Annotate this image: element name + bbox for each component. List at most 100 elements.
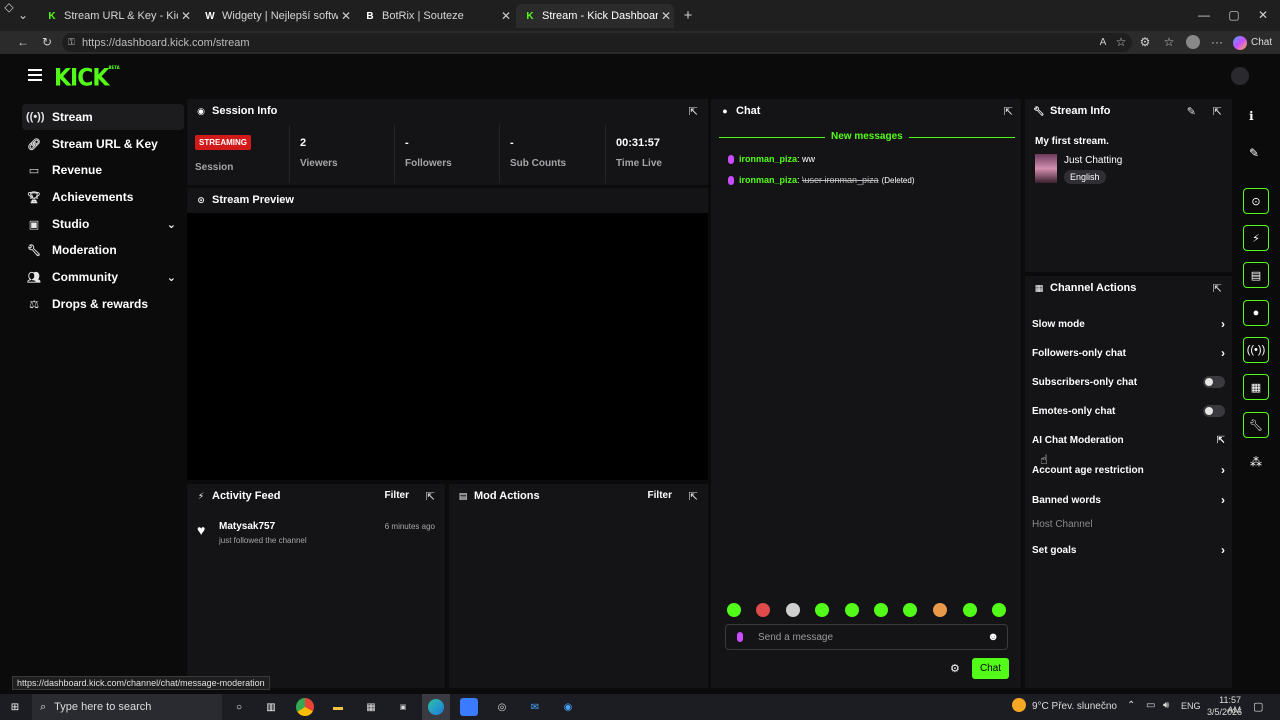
subscribers-only-toggle[interactable] [1203, 376, 1225, 388]
chrome-icon[interactable] [296, 698, 314, 716]
chat-input[interactable]: Send a message ☻ [725, 624, 1008, 650]
clock-date[interactable]: 3/5/2026 [1207, 707, 1242, 717]
rail-mod-actions-button[interactable]: ▤ [1243, 262, 1269, 288]
weather-text[interactable]: 9°C Přev. slunečno [1032, 701, 1117, 712]
emoji-icon[interactable]: ☻ [987, 631, 999, 643]
reload-icon[interactable]: ↻ [40, 35, 54, 49]
favorite-star-icon[interactable]: ☆ [1114, 35, 1128, 49]
minimize-icon[interactable]: — [1197, 8, 1211, 22]
close-window-icon[interactable]: ✕ [1256, 8, 1270, 22]
network-icon[interactable]: ▭ [1146, 700, 1155, 711]
sidebar-item-stream[interactable]: ((•)) Stream [22, 104, 184, 130]
read-aloud-icon[interactable]: A [1096, 35, 1110, 49]
sidebar-item-stream-url-key[interactable]: 🔗︎ Stream URL & Key [22, 131, 184, 157]
emote-icon[interactable] [963, 603, 977, 617]
kick-logo[interactable]: KICKBETA [54, 65, 120, 93]
banned-words-row[interactable]: Banned words › [1032, 490, 1227, 510]
activity-user[interactable]: Matysak757 [219, 521, 275, 532]
mod-filter-button[interactable]: Filter [648, 490, 672, 501]
copilot-chat-button[interactable]: Chat [1233, 34, 1272, 51]
followers-only-chat-row[interactable]: Followers-only chat › [1032, 343, 1227, 363]
hamburger-menu-icon[interactable] [28, 69, 42, 81]
edit-pencil-icon[interactable]: ✎ [1187, 105, 1196, 118]
stream-preview-video[interactable] [187, 213, 708, 480]
category-name[interactable]: Just Chatting [1064, 155, 1122, 166]
browser-tab-3[interactable]: B BotRix | Souteze ✕ [356, 4, 514, 28]
store-icon[interactable]: ▦ [362, 698, 380, 716]
app-icon[interactable]: ◉ [559, 698, 577, 716]
app-icon[interactable]: ◎ [493, 698, 511, 716]
info-icon[interactable]: ℹ [1249, 109, 1254, 123]
emote-icon[interactable] [933, 603, 947, 617]
emote-icon[interactable] [874, 603, 888, 617]
popout-icon[interactable]: ⇱ [426, 490, 435, 503]
weather-icon[interactable] [1012, 698, 1026, 712]
new-tab-icon[interactable]: + [681, 7, 695, 24]
extensions-icon[interactable]: ⚙ [1138, 35, 1152, 49]
rail-wrench-button[interactable]: 🔧︎ [1243, 412, 1269, 438]
emote-icon[interactable] [727, 603, 741, 617]
popout-icon[interactable]: ⇱ [1213, 282, 1222, 295]
chat-username[interactable]: ironman_piza [739, 175, 797, 185]
emotes-only-toggle[interactable] [1203, 405, 1225, 417]
task-view-icon[interactable]: ○ [230, 698, 248, 716]
sidebar-item-moderation[interactable]: 🔧︎ Moderation [22, 237, 184, 263]
app-icon[interactable] [460, 698, 478, 716]
category-thumbnail[interactable] [1035, 154, 1057, 183]
edge-icon[interactable] [422, 694, 450, 720]
language-indicator[interactable]: ENG [1181, 701, 1201, 711]
close-tab-icon[interactable]: ✕ [338, 9, 354, 23]
chevron-down-icon[interactable]: ⌄ [167, 218, 176, 231]
account-age-restriction-row[interactable]: Account age restriction › [1032, 460, 1227, 480]
close-tab-icon[interactable]: ✕ [178, 9, 194, 23]
chat-username[interactable]: ironman_piza [739, 154, 797, 164]
emote-icon[interactable] [786, 603, 800, 617]
close-tab-icon[interactable]: ✕ [498, 9, 514, 23]
windows-start-icon[interactable]: ⊞ [6, 698, 24, 716]
edit-pencil-icon[interactable]: ✎ [1249, 146, 1259, 160]
address-bar[interactable]: ⚿ https://dashboard.kick.com/stream [62, 33, 1132, 52]
user-avatar[interactable] [1231, 67, 1249, 85]
widgets-icon[interactable]: ▥ [262, 698, 280, 716]
emote-icon[interactable] [992, 603, 1006, 617]
rail-activity-button[interactable]: ⚡︎ [1243, 225, 1269, 251]
layout-settings-icon[interactable]: ⁂ [1250, 455, 1262, 469]
mail-icon[interactable]: ✉ [526, 698, 544, 716]
slow-mode-row[interactable]: Slow mode › [1032, 314, 1227, 334]
popout-icon[interactable]: ⇱ [689, 105, 698, 118]
browser-menu-icon[interactable]: ◇ [2, 0, 16, 14]
more-menu-icon[interactable]: ··· [1210, 35, 1224, 49]
sidebar-item-studio[interactable]: ▣ Studio ⌄ [22, 211, 184, 237]
chat-send-button[interactable]: Chat [972, 658, 1009, 679]
sidebar-item-drops-rewards[interactable]: ⚖︎ Drops & rewards [22, 291, 184, 317]
tab-list-chevron-icon[interactable]: ⌄ [16, 8, 30, 22]
sidebar-item-achievements[interactable]: 🏆︎ Achievements [22, 184, 184, 210]
chat-settings-gear-icon[interactable]: ⚙ [950, 662, 960, 675]
emote-icon[interactable] [756, 603, 770, 617]
back-icon[interactable]: ← [16, 35, 30, 49]
favorites-icon[interactable]: ☆ [1162, 35, 1176, 49]
taskbar-search[interactable]: ⌕ Type here to search [32, 694, 222, 720]
browser-tab-1[interactable]: K Stream URL & Key - Kick Dashboa ✕ [38, 4, 194, 28]
file-explorer-icon[interactable]: ▬ [329, 698, 347, 716]
sidebar-item-community[interactable]: 👥︎ Community ⌄ [22, 264, 184, 290]
chevron-down-icon[interactable]: ⌄ [167, 271, 176, 284]
popout-icon[interactable]: ⇱ [1004, 105, 1013, 118]
popout-icon[interactable]: ⇱ [689, 490, 698, 503]
popout-icon[interactable]: ⇱ [1213, 105, 1222, 118]
site-info-icon[interactable]: ⚿ [68, 37, 75, 48]
browser-tab-2[interactable]: W Widgety | Nejlepší software pro v ✕ [196, 4, 354, 28]
close-tab-icon[interactable]: ✕ [658, 9, 674, 23]
tray-chevron-icon[interactable]: ⌃ [1127, 700, 1135, 711]
rail-stream-button[interactable]: ((•)) [1243, 337, 1269, 363]
new-messages-label[interactable]: New messages [825, 131, 909, 142]
emote-icon[interactable] [903, 603, 917, 617]
ai-chat-moderation-row[interactable]: AI Chat Moderation ⇱ [1032, 430, 1227, 450]
maximize-icon[interactable]: ▢ [1227, 8, 1241, 22]
volume-icon[interactable]: 🔊︎ [1163, 700, 1169, 711]
notification-icon[interactable]: ▢ [1253, 700, 1263, 713]
profile-avatar[interactable] [1186, 35, 1200, 49]
browser-tab-4-active[interactable]: K Stream - Kick Dashboard ✕ [516, 4, 674, 28]
activity-filter-button[interactable]: Filter [385, 490, 409, 501]
rail-channel-button[interactable]: ▦ [1243, 374, 1269, 400]
